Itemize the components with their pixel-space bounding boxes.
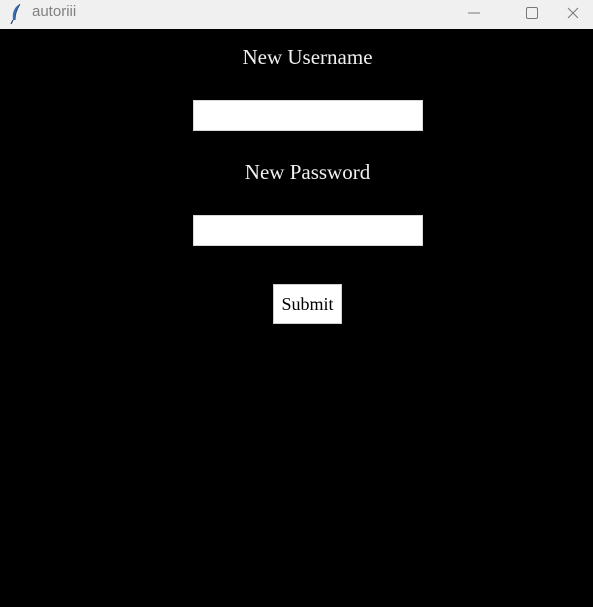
maximize-icon — [526, 6, 538, 24]
app-window: autoriii New Username New Password Submi… — [0, 0, 593, 607]
close-icon — [567, 6, 579, 24]
username-input[interactable] — [193, 100, 423, 131]
title-bar[interactable]: autoriii — [0, 0, 593, 29]
username-label: New Username — [242, 45, 373, 69]
password-label: New Password — [244, 160, 371, 184]
maximize-button[interactable] — [509, 0, 555, 29]
window-title: autoriii — [32, 3, 77, 20]
password-input[interactable] — [193, 215, 423, 246]
minimize-icon — [468, 6, 480, 24]
close-button[interactable] — [567, 0, 593, 29]
feather-icon — [8, 3, 24, 25]
minimize-button[interactable] — [451, 0, 497, 29]
form-area: New Username New Password Submit — [0, 29, 593, 607]
submit-button[interactable]: Submit — [273, 284, 342, 324]
